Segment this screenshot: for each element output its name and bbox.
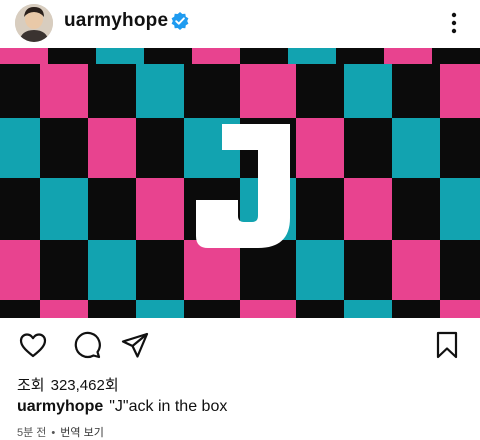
post-meta: 5분 전 • 번역 보기 [17,424,104,440]
post-media[interactable] [0,48,480,318]
views-label: 조회 [17,377,45,394]
avatar[interactable] [15,4,53,42]
bookmark-icon[interactable] [434,330,460,365]
checkerboard-image [0,48,480,318]
caption-username[interactable]: uarmyhope [17,398,103,415]
username[interactable]: uarmyhope [64,10,168,32]
see-translation-link[interactable]: 번역 보기 [60,427,104,439]
verified-badge-icon [170,11,190,31]
view-count: 조회 323,462회 [17,374,119,395]
heart-icon[interactable] [18,330,48,365]
caption-text: "J"ack in the box [109,398,228,415]
timestamp: 5분 전 [17,427,47,439]
action-bar [0,328,480,364]
post-header: uarmyhope [0,0,480,48]
avatar-image [15,4,53,42]
views-value: 323,462회 [50,377,119,394]
caption: uarmyhope "J"ack in the box [17,398,227,416]
separator: • [51,427,56,439]
more-options-icon[interactable] [446,8,462,38]
send-icon[interactable] [120,330,150,365]
comment-icon[interactable] [72,330,102,365]
